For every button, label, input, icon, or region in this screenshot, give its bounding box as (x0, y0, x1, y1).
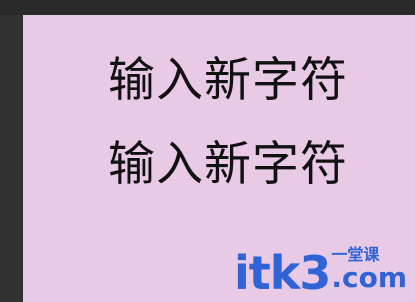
document-canvas[interactable]: 输入新字符 输入新字符 itk3 一堂课 .com (23, 15, 415, 302)
watermark-main-text: itk3 (233, 246, 331, 300)
text-layer-line-1[interactable]: 输入新字符 (108, 55, 348, 107)
watermark-side: 一堂课 .com (331, 246, 407, 292)
site-watermark: itk3 一堂课 .com (233, 240, 407, 300)
editor-workspace: 输入新字符 输入新字符 itk3 一堂课 .com (0, 0, 415, 302)
text-layer-line-2[interactable]: 输入新字符 (108, 139, 348, 191)
watermark-domain-suffix: .com (331, 261, 407, 294)
toolbar-strip (0, 0, 415, 15)
